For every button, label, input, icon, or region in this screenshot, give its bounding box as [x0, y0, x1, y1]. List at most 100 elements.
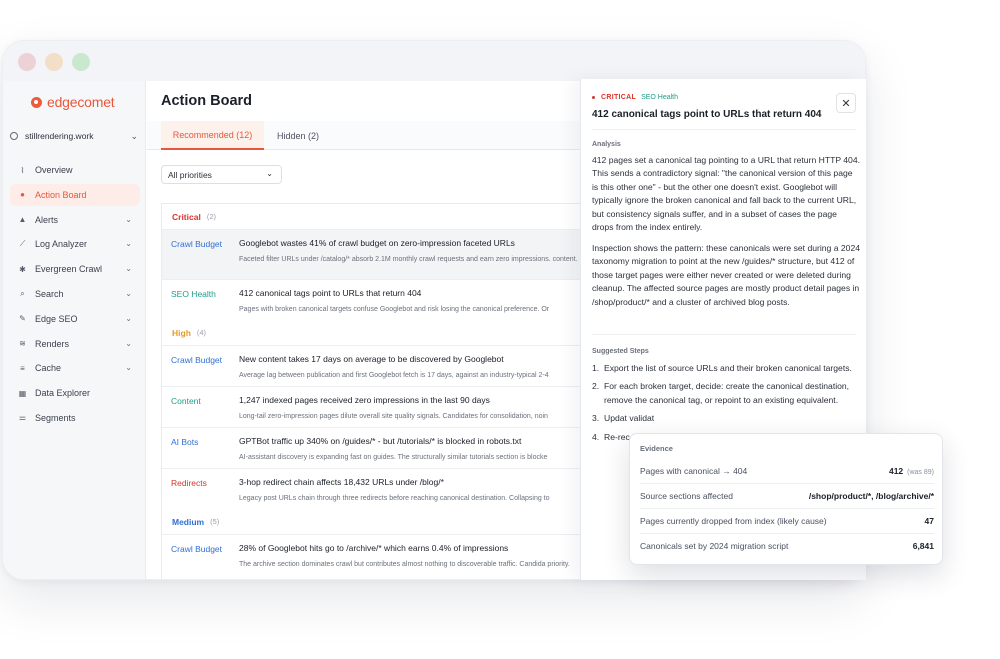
action-category: Redirects	[171, 478, 207, 488]
sidebar-item-label: Action Board	[35, 189, 87, 200]
sidebar-item-label: Edge SEO	[35, 313, 78, 324]
evidence-rows: Pages with canonical → 404 412 (was 89) Sou…	[640, 459, 934, 559]
action-description: The archive section dominates crawl but …	[239, 561, 570, 568]
panel-title: 412 canonical tags point to URLs that re…	[592, 109, 822, 120]
action-description: Faceted filter URLs under /catalog/* abs…	[239, 256, 578, 263]
lightbulb-icon: ●	[20, 190, 25, 200]
maximize-window-dot[interactable]	[72, 53, 90, 71]
divider	[592, 334, 856, 335]
evidence-label: Source sections affected	[640, 491, 733, 501]
close-window-dot[interactable]	[18, 53, 36, 71]
action-description: Legacy post URLs chain through three red…	[239, 495, 550, 502]
evidence-value-wrap: /shop/product/*, /blog/archive/*	[809, 491, 934, 501]
sidebar-item-log-analyzer[interactable]: ⟋ Log Analyzer ⌄	[10, 233, 140, 255]
suggested-step: 1. Export the list of source URLs and the…	[592, 362, 856, 375]
sidebar-item-search[interactable]: ⌕ Search ⌄	[10, 283, 140, 305]
chevron-down-icon: ⌄	[125, 338, 132, 348]
analysis-heading: Analysis	[592, 141, 621, 148]
action-row[interactable]: Crawl Budget New content takes 17 days on…	[162, 345, 583, 386]
window-titlebar	[3, 41, 865, 81]
action-title: New content takes 17 days on average to …	[239, 354, 504, 364]
severity-dot-icon	[592, 96, 595, 99]
action-category: SEO Health	[171, 289, 216, 299]
tab-recommended[interactable]: Recommended (12)	[161, 121, 264, 150]
sidebar-item-label: Search	[35, 288, 64, 299]
step-number: 4.	[592, 431, 600, 442]
page-title: Action Board	[161, 93, 253, 109]
sidebar-item-label: Cache	[35, 363, 62, 374]
evidence-note: (was 89)	[907, 469, 934, 476]
sidebar-item-action-board[interactable]: ● Action Board	[10, 183, 140, 206]
action-list: Critical (2) Crawl Budget Googlebot wastes …	[161, 203, 583, 579]
evidence-heading: Evidence	[640, 444, 673, 453]
divider	[592, 129, 856, 130]
action-row[interactable]: Crawl Budget Googlebot wastes 41% of craw…	[162, 229, 583, 279]
action-description: Pages with broken canonical targets conf…	[239, 306, 550, 313]
sidebar-item-overview[interactable]: ⌇ Overview	[10, 159, 140, 181]
action-title: 3-hop redirect chain affects 18,432 URLs…	[239, 477, 444, 487]
priority-group-label: Medium	[172, 516, 205, 527]
sidebar-item-cache[interactable]: ≡ Cache ⌄	[10, 357, 140, 379]
action-category: Content	[171, 396, 201, 406]
chevron-down-icon: ⌄	[266, 169, 273, 178]
step-number: 2.	[592, 381, 600, 392]
action-row[interactable]: Content 1,247 indexed pages received zero…	[162, 386, 583, 427]
action-row[interactable]: AI Bots GPTBot traffic up 340% on /guides…	[162, 427, 583, 468]
action-title: 28% of Googlebot hits go to /archive/* w…	[239, 543, 509, 553]
action-description: Long-tail zero-impression pages dilute o…	[239, 413, 548, 420]
action-category: Crawl Budget	[171, 355, 223, 365]
minimize-window-dot[interactable]	[45, 53, 63, 71]
evidence-label: Pages currently dropped from index (like…	[640, 516, 827, 526]
sidebar-item-evergreen-crawl[interactable]: ✱ Evergreen Crawl ⌄	[10, 258, 140, 280]
logo[interactable]: edgecomet	[31, 93, 115, 111]
sidebar-item-edge-seo[interactable]: ✎ Edge SEO ⌄	[10, 308, 140, 330]
sidebar-item-alerts[interactable]: ▲ Alerts ⌄	[10, 209, 140, 231]
priority-filter-value: All priorities	[168, 169, 212, 180]
site-name: stillrendering.work	[25, 131, 94, 141]
suggested-step: 3. Updat validat	[592, 412, 856, 425]
sidebar-nav: ⌇ Overview ● Action Board ▲ Alerts ⌄ ⟋ Log Analy…	[10, 159, 140, 432]
action-row[interactable]: SEO Health 412 canonical tags point to UR…	[162, 279, 583, 320]
site-selector[interactable]: stillrendering.work ⌄	[10, 126, 140, 146]
evidence-value-wrap: 47	[925, 516, 934, 526]
close-icon[interactable]: ✕	[836, 93, 856, 113]
sidebar-item-data-explorer[interactable]: ▦ Data Explorer	[10, 382, 140, 404]
sidebar-item-label: Log Analyzer	[35, 239, 88, 250]
bell-icon: ▲	[18, 215, 27, 225]
globe-icon	[10, 132, 18, 140]
priority-group-label: Critical	[172, 211, 201, 222]
action-title: Googlebot wastes 41% of crawl budget on …	[239, 238, 515, 248]
step-number: 1.	[592, 363, 600, 373]
sidebar-item-renders[interactable]: ≋ Renders ⌄	[10, 333, 140, 355]
step-text: For each broken target, decide: create t…	[604, 381, 850, 405]
priority-filter-select[interactable]: All priorities ⌄	[161, 165, 282, 184]
logo-text: edgecomet	[47, 94, 115, 110]
sidebar-item-label: Renders	[35, 338, 70, 349]
sidebar-item-label: Data Explorer	[35, 388, 91, 399]
edit-icon: ✎	[19, 314, 26, 324]
chevron-down-icon: ⌄	[125, 288, 132, 298]
chevron-down-icon: ⌄	[125, 239, 132, 249]
chevron-down-icon: ⌄	[125, 214, 132, 224]
action-category: Crawl Budget	[171, 239, 223, 249]
evidence-value-wrap: 412 (was 89)	[889, 466, 934, 476]
category-label: SEO Health	[641, 94, 679, 101]
analysis-paragraph-1: 412 pages set a canonical tag pointing t…	[592, 155, 861, 233]
logo-mark-icon	[31, 96, 42, 108]
tab-hidden[interactable]: Hidden (2)	[277, 121, 319, 150]
evidence-value: /shop/product/*, /blog/archive/*	[808, 491, 934, 501]
chevron-down-icon: ⌄	[125, 313, 132, 323]
action-row[interactable]: Redirects 3-hop redirect chain affects 18…	[162, 468, 583, 509]
evidence-value: 6,841	[912, 541, 934, 551]
sidebar-item-segments[interactable]: ⚌ Segments	[10, 407, 140, 429]
priority-group-count: (2)	[206, 212, 216, 221]
evidence-label: Pages with canonical → 404	[640, 466, 748, 476]
action-description: Average lag between publication and firs…	[239, 372, 549, 379]
chart-icon: ⟋	[19, 239, 26, 249]
action-row[interactable]: Crawl Budget 28% of Googlebot hits go to …	[162, 534, 583, 575]
action-title: GPTBot traffic up 340% on /guides/* - bu…	[239, 436, 522, 446]
evidence-row: Pages currently dropped from index (like…	[640, 509, 934, 534]
sidebar-item-label: Alerts	[35, 214, 59, 225]
step-number: 3.	[592, 413, 600, 424]
evidence-row: Canonicals set by 2024 migration script 6…	[640, 534, 934, 559]
